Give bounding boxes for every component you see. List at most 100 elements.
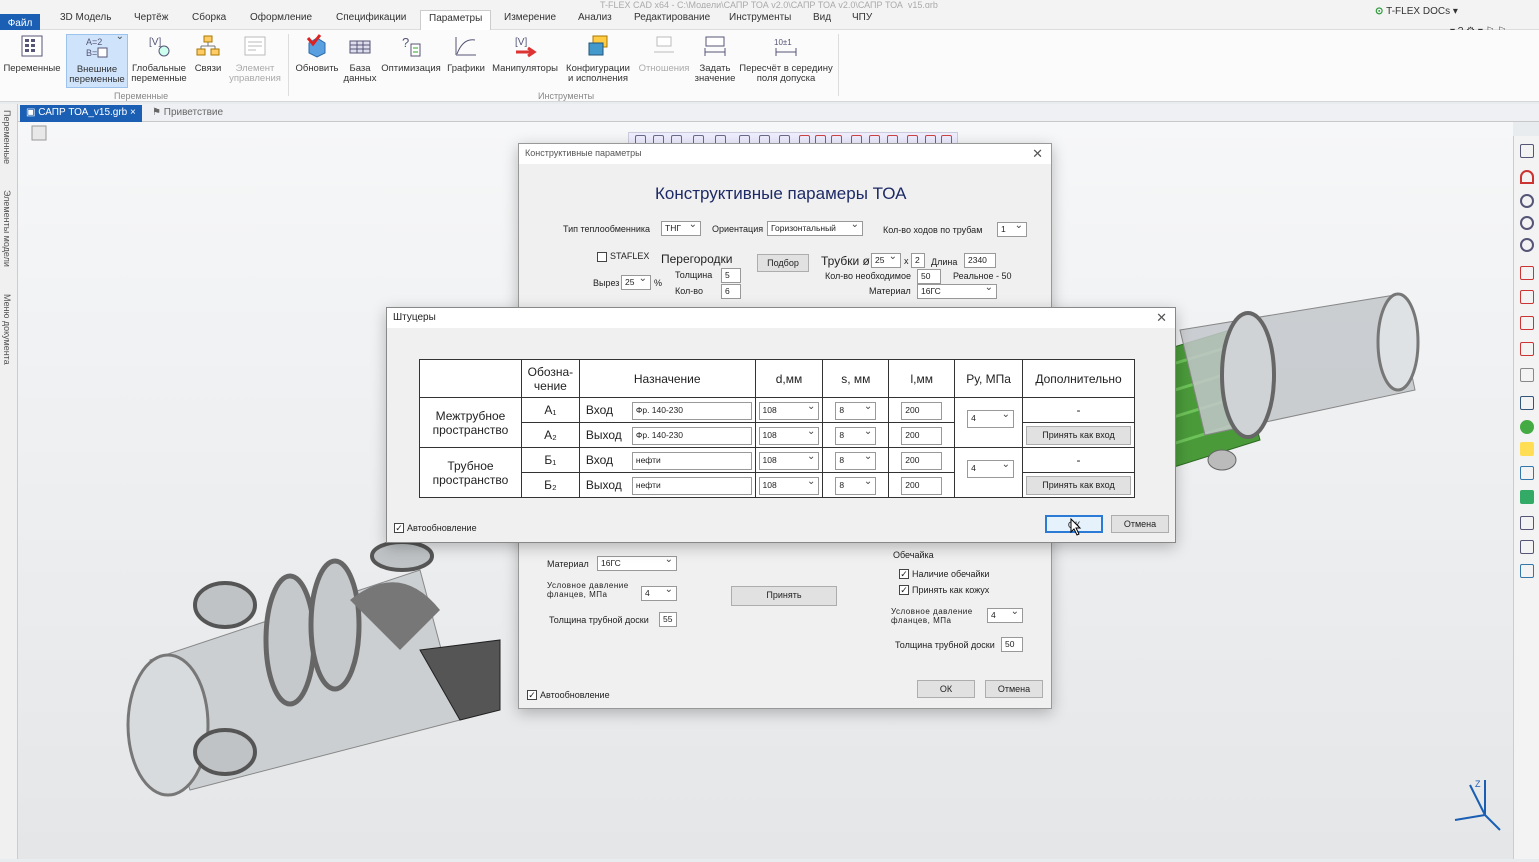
list-icon[interactable] [1520, 516, 1534, 530]
panel-icon[interactable] [1520, 144, 1534, 158]
pick-button[interactable]: Подбор [757, 254, 809, 272]
ribbon-global-variables-button[interactable]: [V] Глобальные переменные [130, 34, 188, 84]
type-select[interactable]: ТНГ [661, 221, 701, 236]
layers-icon[interactable] [1520, 466, 1534, 480]
zoom-window-icon[interactable] [1520, 216, 1534, 230]
nozzle-code: A₂ [520, 422, 580, 448]
ribbon-variables-button[interactable]: Переменные [2, 34, 62, 74]
length-input[interactable]: 200 [901, 402, 943, 420]
accept-as-input-button[interactable]: Принять как вход [1026, 426, 1131, 445]
autoupdate-checkbox[interactable]: ✓ [527, 690, 537, 700]
accept-button[interactable]: Принять [731, 586, 837, 606]
side-tab-document-menu[interactable]: Меню документа [2, 294, 12, 365]
menu-parameters[interactable]: Параметры [420, 10, 492, 30]
close-icon[interactable]: ✕ [1156, 310, 1167, 326]
shell-present-checkbox[interactable]: ✓ [899, 569, 909, 579]
document-icon[interactable] [1520, 396, 1534, 410]
sheet-thickness-input[interactable]: 55 [659, 612, 677, 627]
autoupdate-checkbox[interactable]: ✓ [394, 523, 404, 533]
count-input[interactable]: 6 [721, 284, 741, 299]
cancel-button[interactable]: Отмена [1111, 515, 1169, 533]
globe-icon[interactable] [1520, 420, 1534, 434]
menu-analysis[interactable]: Анализ [578, 12, 612, 23]
ribbon-links-button[interactable]: Связи [192, 34, 224, 74]
wall-select[interactable]: 8 [835, 451, 877, 470]
ok-button[interactable]: ОК [917, 680, 975, 698]
cut-select[interactable]: 25 [621, 275, 651, 290]
staflex-checkbox[interactable] [597, 252, 607, 262]
doc-tab-welcome[interactable]: ⚑ Приветствие [146, 105, 229, 122]
ribbon-database-button[interactable]: База данных [342, 34, 378, 84]
sheet-thickness-input-2[interactable]: 50 [1001, 637, 1023, 652]
menu-tools[interactable]: Инструменты [729, 12, 791, 23]
diameter-select[interactable]: 108 [758, 426, 820, 445]
check-tool-icon[interactable] [1520, 316, 1534, 330]
ribbon-tolerance-middle-button[interactable]: 10±1 Пересчёт в середину поля допуска [738, 34, 834, 84]
shell-casing-checkbox[interactable]: ✓ [899, 585, 909, 595]
doc-tab-active[interactable]: ▣ САПР ТОА_v15.grb × [20, 105, 142, 122]
tube-material-select[interactable]: 16ГС [917, 284, 997, 299]
note-icon[interactable] [1520, 442, 1534, 456]
diameter-select[interactable]: 108 [758, 451, 820, 470]
material-select-2[interactable]: 16ГС [597, 556, 677, 571]
side-tab-model-elements[interactable]: Элементы модели [2, 190, 12, 267]
pressure-select[interactable]: 4 [641, 586, 677, 601]
thickness-input[interactable]: 5 [721, 268, 741, 283]
ribbon-relations-button[interactable]: Отношения [636, 34, 692, 74]
purpose-input[interactable]: нефти [631, 452, 752, 470]
ribbon-optimization-button[interactable]: ? Оптимизация [380, 34, 442, 74]
menu-formatting[interactable]: Оформление [250, 12, 312, 23]
length-input[interactable]: 200 [901, 477, 943, 495]
ribbon-configurations-button[interactable]: Конфигурации и исполнения [564, 34, 632, 84]
diameter-select[interactable]: 108 [758, 476, 820, 495]
ribbon-manipulators-button[interactable]: [V] Манипуляторы [490, 34, 560, 74]
menu-view[interactable]: Вид [813, 12, 831, 23]
menu-cnc[interactable]: ЧПУ [852, 12, 872, 23]
needed-input[interactable]: 50 [917, 269, 941, 284]
pressure-select-2[interactable]: 4 [987, 608, 1023, 623]
purpose-input[interactable]: нефти [631, 477, 752, 495]
ribbon-set-value-button[interactable]: Задать значение [694, 34, 736, 84]
wall-select[interactable]: 8 [835, 476, 877, 495]
diameter-select[interactable]: 108 [758, 401, 820, 420]
menu-drawing[interactable]: Чертёж [134, 12, 168, 23]
wall-select[interactable]: 8 [835, 426, 877, 445]
ribbon-external-variables-button[interactable]: A=2 B= Внешние переменные [66, 32, 128, 88]
tflex-docs-brand[interactable]: ⊙ T-FLEX DOCs ▾ [1375, 6, 1458, 17]
menu-editing[interactable]: Редактирование [634, 12, 710, 23]
purpose-input[interactable]: Фр. 140-230 [631, 402, 752, 420]
passes-select[interactable]: 1 [997, 222, 1027, 237]
menu-3d-model[interactable]: 3D Модель [60, 12, 111, 23]
zoom-all-icon[interactable] [1520, 238, 1534, 252]
eraser-icon[interactable] [1520, 368, 1534, 382]
properties-icon[interactable] [1520, 540, 1534, 554]
magnet-icon[interactable] [1520, 170, 1534, 184]
length-input[interactable]: 200 [901, 427, 943, 445]
ribbon-control-element-button[interactable]: Элемент управления [228, 34, 282, 84]
ribbon-refresh-button[interactable]: Обновить [292, 34, 342, 74]
length-input[interactable]: 2340 [964, 253, 996, 268]
orientation-select[interactable]: Горизонтальный [767, 221, 863, 236]
ribbon-graphs-button[interactable]: Графики [446, 34, 486, 74]
accept-as-input-button[interactable]: Принять как вход [1026, 476, 1131, 495]
tube-wall-input[interactable]: 2 [911, 253, 925, 268]
menu-measurement[interactable]: Измерение [504, 12, 556, 23]
zoom-icon[interactable] [1520, 194, 1534, 208]
cube-icon[interactable] [1520, 490, 1534, 504]
tube-diameter-select[interactable]: 25 [871, 253, 901, 268]
purpose-input[interactable]: Фр. 140-230 [631, 427, 752, 445]
check-all-icon[interactable] [1520, 342, 1534, 356]
filter-tool-icon[interactable] [1520, 564, 1534, 578]
pressure-select[interactable]: 4 [967, 459, 1015, 478]
length-input[interactable]: 200 [901, 452, 943, 470]
wall-select[interactable]: 8 [835, 401, 877, 420]
menu-specifications[interactable]: Спецификации [336, 12, 406, 23]
close-icon[interactable]: × [130, 107, 136, 118]
measure-tool-icon[interactable] [1520, 266, 1534, 280]
menu-assembly[interactable]: Сборка [192, 12, 226, 23]
close-icon[interactable]: ✕ [1032, 146, 1043, 162]
pressure-select[interactable]: 4 [967, 409, 1015, 428]
dimension-icon[interactable] [1520, 290, 1534, 304]
side-tab-variables[interactable]: Переменные [2, 110, 12, 164]
cancel-button[interactable]: Отмена [985, 680, 1043, 698]
